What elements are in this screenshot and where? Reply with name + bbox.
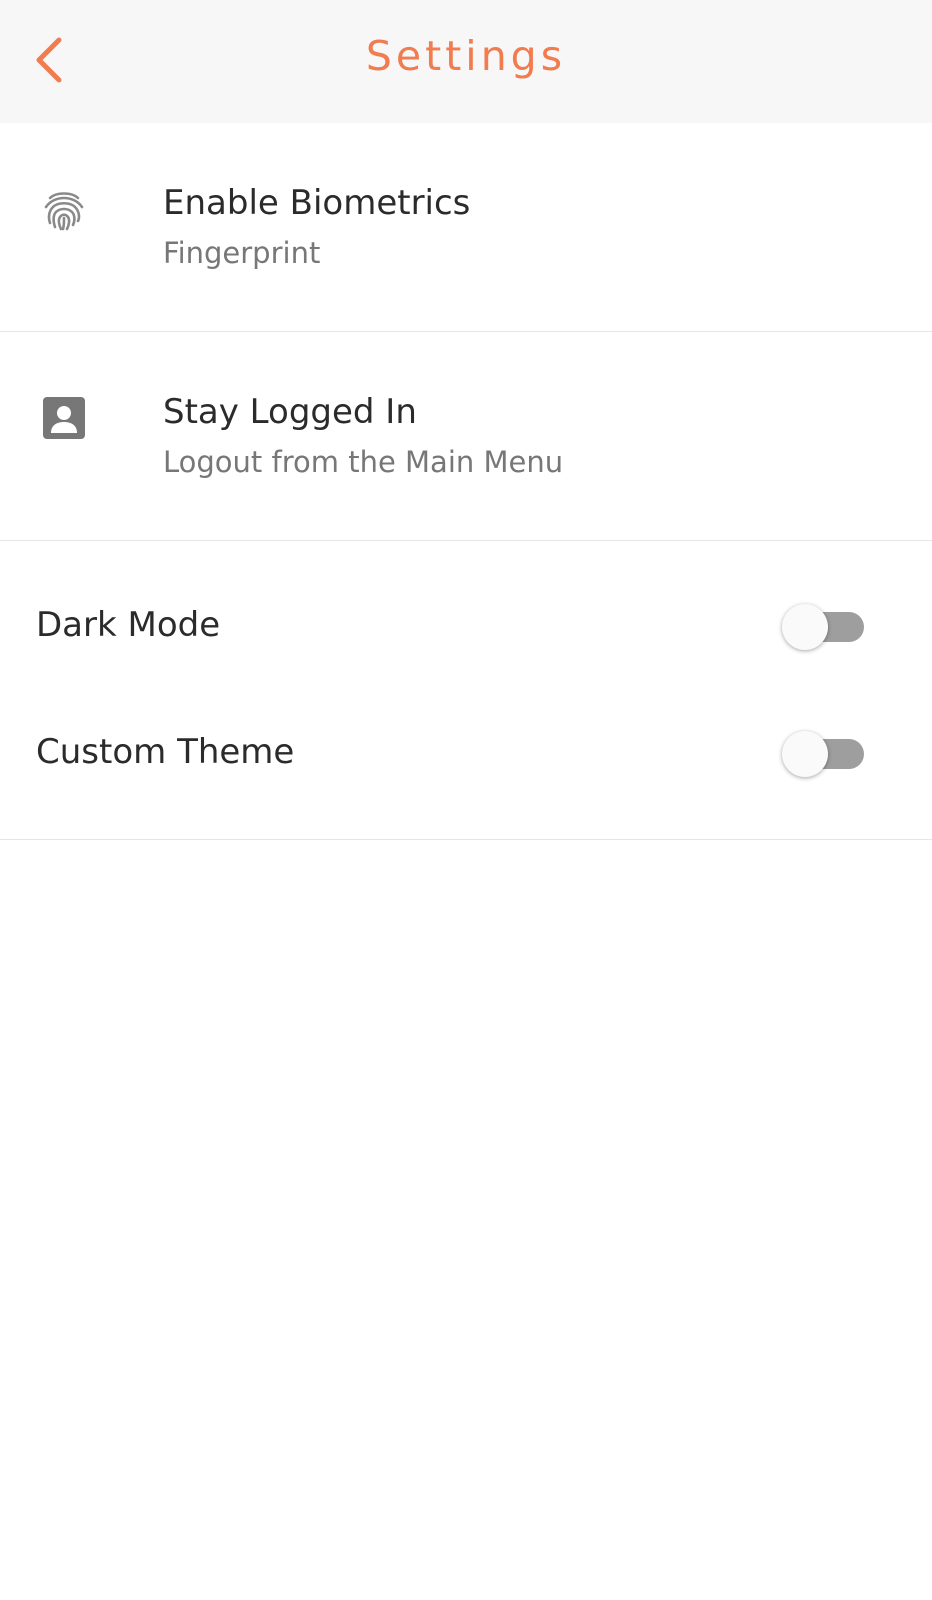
fingerprint-icon xyxy=(40,185,88,233)
divider xyxy=(0,839,932,840)
app-header: Settings xyxy=(0,0,932,123)
custom-theme-row: Custom Theme xyxy=(0,704,932,804)
biometrics-setting-row[interactable]: Enable Biometrics Fingerprint xyxy=(0,123,932,331)
biometrics-sublabel: Fingerprint xyxy=(163,236,321,270)
toggle-thumb[interactable] xyxy=(782,604,828,650)
biometrics-label: Enable Biometrics xyxy=(163,183,471,223)
dark-mode-toggle[interactable] xyxy=(782,603,868,651)
page-title: Settings xyxy=(365,32,567,80)
stay-logged-in-label: Stay Logged In xyxy=(163,392,417,432)
account-box-icon xyxy=(40,394,88,442)
stay-logged-in-setting-row[interactable]: Stay Logged In Logout from the Main Menu xyxy=(0,332,932,540)
toggle-thumb[interactable] xyxy=(782,731,828,777)
dark-mode-label: Dark Mode xyxy=(36,605,221,645)
settings-screen: Settings Enable Biometrics Fingerprint S… xyxy=(0,0,932,1600)
stay-logged-in-sublabel: Logout from the Main Menu xyxy=(163,445,564,479)
dark-mode-row: Dark Mode xyxy=(0,577,932,677)
divider xyxy=(0,540,932,541)
custom-theme-label: Custom Theme xyxy=(36,732,295,772)
custom-theme-toggle[interactable] xyxy=(782,730,868,778)
